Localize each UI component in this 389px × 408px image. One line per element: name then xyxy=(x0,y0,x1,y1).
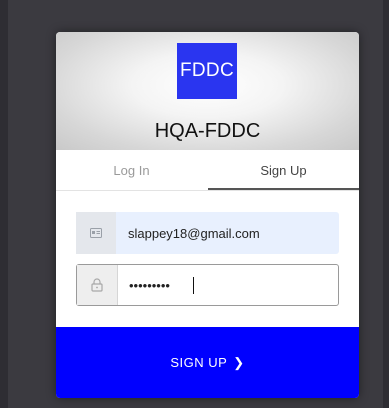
id-card-icon xyxy=(76,212,116,254)
auth-card: FDDC HQA-FDDC Log In Sign Up slappey18@g… xyxy=(56,32,359,398)
tab-sign-up[interactable]: Sign Up xyxy=(208,150,359,190)
email-input[interactable] xyxy=(128,212,333,254)
email-field[interactable] xyxy=(76,212,339,254)
password-input[interactable] xyxy=(129,265,334,305)
backdrop-strip-right xyxy=(383,0,389,408)
text-caret xyxy=(193,277,194,294)
active-tab-indicator xyxy=(208,188,359,190)
sign-up-button[interactable]: SIGN UP ❯ xyxy=(56,327,359,398)
password-field[interactable] xyxy=(76,264,339,306)
lock-icon xyxy=(77,265,118,305)
app-title: HQA-FDDC xyxy=(154,120,261,142)
app-logo: FDDC xyxy=(177,43,237,99)
sign-up-label: SIGN UP xyxy=(170,355,228,370)
chevron-right-icon: ❯ xyxy=(233,354,245,370)
auth-tabs: Log In Sign Up xyxy=(56,150,359,191)
card-header: FDDC HQA-FDDC xyxy=(56,32,359,150)
logo-text: FDDC xyxy=(180,60,234,81)
tab-log-in[interactable]: Log In xyxy=(56,150,207,190)
backdrop-strip-left xyxy=(0,0,8,408)
